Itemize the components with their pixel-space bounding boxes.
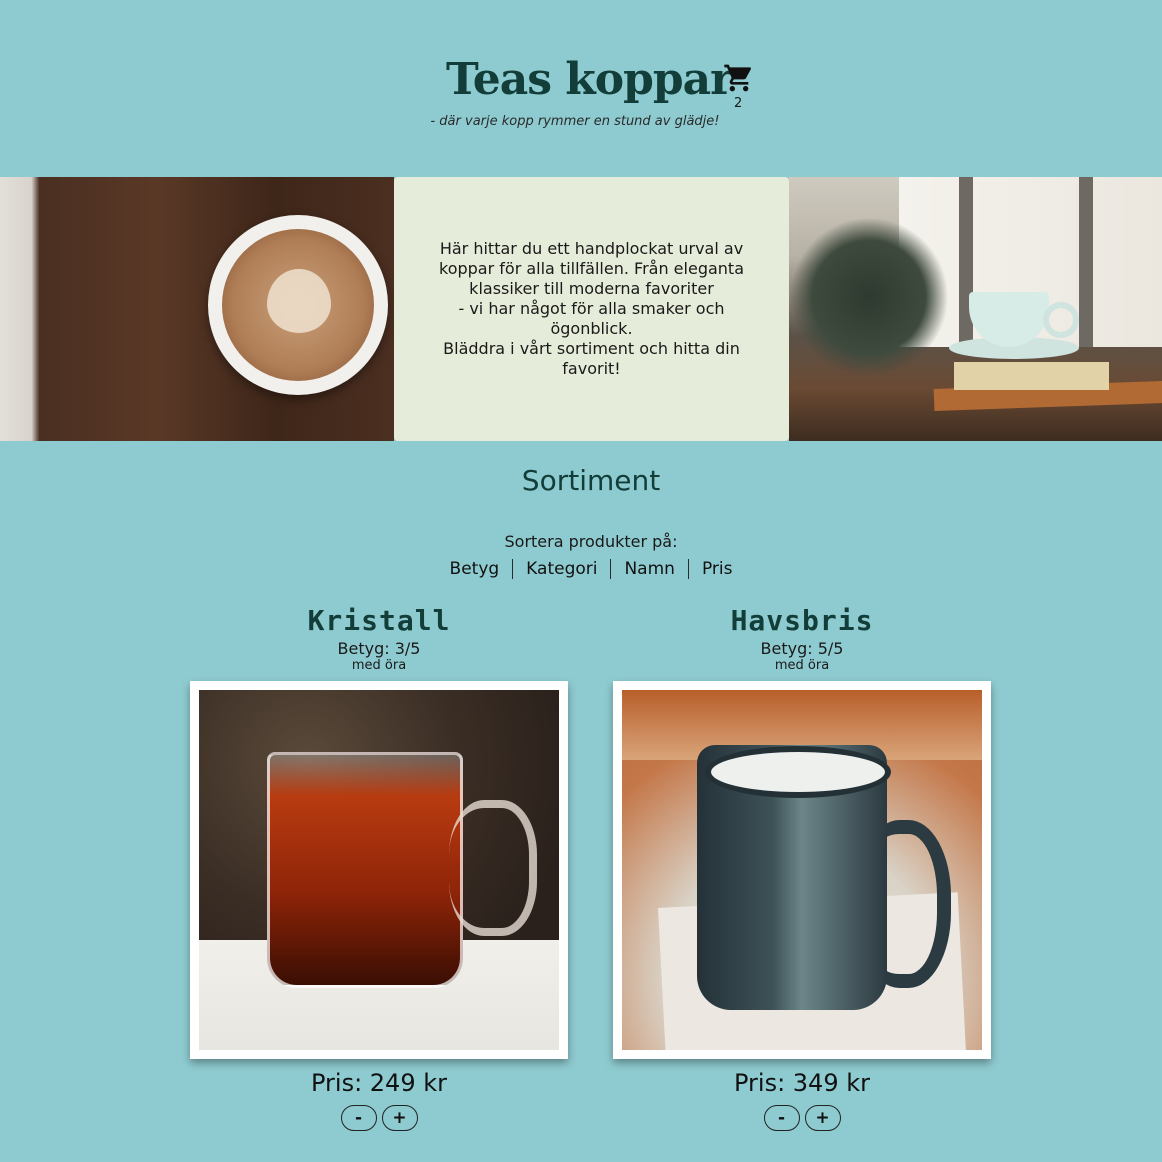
decrease-quantity-button[interactable]: - xyxy=(340,1105,377,1131)
hero-text-box: Här hittar du ett handplockat urval av k… xyxy=(394,177,789,441)
increase-quantity-button[interactable]: + xyxy=(381,1105,418,1131)
glass-handle xyxy=(449,800,537,936)
product-name: Havsbris xyxy=(730,604,874,637)
decrease-quantity-button[interactable]: - xyxy=(763,1105,800,1131)
site-title: Teas koppar xyxy=(446,54,733,105)
latte-coffee xyxy=(222,229,374,381)
book xyxy=(954,362,1109,390)
sort-by-name-button[interactable]: Namn xyxy=(611,559,687,579)
product-image-frame xyxy=(613,681,991,1059)
product-rating: Betyg: 5/5 xyxy=(760,639,844,658)
product-image-frame xyxy=(190,681,568,1059)
product-price: Pris: 249 kr xyxy=(310,1069,447,1097)
latte-art-heart xyxy=(267,269,331,333)
quantity-controls: - + xyxy=(189,1105,569,1131)
product-card: Havsbris Betyg: 5/5 med öra Pris: 349 kr… xyxy=(612,604,992,1131)
sort-by-rating-button[interactable]: Betyg xyxy=(437,559,513,579)
product-price: Pris: 349 kr xyxy=(733,1069,870,1097)
site-header: Teas koppar 2 - där varje kopp rymmer en… xyxy=(0,0,1162,177)
increase-quantity-button[interactable]: + xyxy=(804,1105,841,1131)
tagline: - där varje kopp rymmer en stund av gläd… xyxy=(430,114,720,129)
product-category: med öra xyxy=(351,658,407,673)
teacup-handle xyxy=(1043,302,1079,338)
product-category: med öra xyxy=(774,658,830,673)
sort-by-price-button[interactable]: Pris xyxy=(689,559,746,579)
cart-button[interactable]: 2 xyxy=(720,62,760,112)
latte-image xyxy=(0,177,394,441)
section-title: Sortiment xyxy=(521,464,661,497)
teacup-image xyxy=(789,177,1162,441)
product-image xyxy=(199,690,559,1050)
product-rating: Betyg: 3/5 xyxy=(337,639,421,658)
latte-cup xyxy=(208,215,388,395)
sort-options: Betyg Kategori Namn Pris xyxy=(0,559,1162,579)
cart-icon xyxy=(724,64,752,92)
product-name: Kristall xyxy=(307,604,451,637)
product-image xyxy=(622,690,982,1050)
sort-label: Sortera produkter på: xyxy=(504,532,678,551)
plant xyxy=(789,217,949,377)
hero-banner: Här hittar du ett handplockat urval av k… xyxy=(0,177,1162,441)
cart-count: 2 xyxy=(734,96,743,111)
hero-text: Här hittar du ett handplockat urval av k… xyxy=(439,239,744,378)
product-card: Kristall Betyg: 3/5 med öra Pris: 249 kr… xyxy=(189,604,569,1131)
sort-by-category-button[interactable]: Kategori xyxy=(513,559,610,579)
tea-glass xyxy=(267,752,463,988)
mug-rim xyxy=(705,746,891,798)
quantity-controls: - + xyxy=(612,1105,992,1131)
window-frame xyxy=(1079,177,1093,347)
